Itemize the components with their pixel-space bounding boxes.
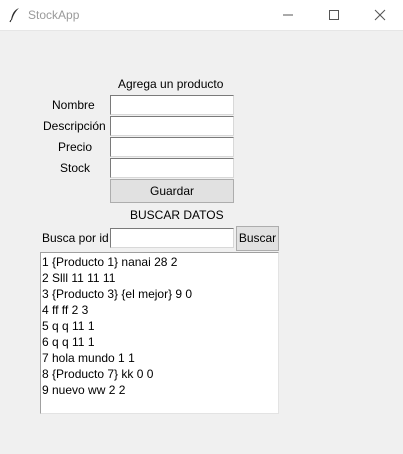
price-field[interactable] [110, 137, 234, 157]
minimize-icon [283, 14, 293, 16]
name-label: Nombre [52, 98, 95, 112]
list-item[interactable]: 4 ff ff 2 3 [42, 302, 277, 318]
title-bar: StockApp [0, 0, 403, 31]
close-icon [374, 9, 386, 21]
list-item[interactable]: 2 Slll 11 11 11 [42, 270, 277, 286]
feather-icon [8, 7, 22, 23]
price-label: Precio [58, 140, 93, 154]
search-id-field[interactable] [110, 228, 234, 248]
window-client-area: Agrega un producto Nombre Descripción Pr… [0, 31, 403, 454]
list-item[interactable]: 1 {Producto 1} nanai 28 2 [42, 254, 277, 270]
minimize-button[interactable] [265, 0, 311, 30]
description-field[interactable] [110, 116, 234, 136]
search-heading: BUSCAR DATOS [130, 208, 224, 222]
maximize-icon [329, 10, 339, 20]
stock-label: Stock [60, 161, 91, 175]
list-item[interactable]: 6 q q 11 1 [42, 334, 277, 350]
close-button[interactable] [357, 0, 403, 30]
maximize-button[interactable] [311, 0, 357, 30]
window-title: StockApp [28, 8, 80, 22]
results-listbox[interactable]: 1 {Producto 1} nanai 28 2 2 Slll 11 11 1… [40, 252, 279, 414]
search-button[interactable]: Buscar [236, 226, 279, 251]
name-field[interactable] [110, 95, 234, 115]
stock-field[interactable] [110, 158, 234, 178]
form-heading: Agrega un producto [118, 77, 224, 91]
list-item[interactable]: 8 {Producto 7} kk 0 0 [42, 366, 277, 382]
list-item[interactable]: 3 {Producto 3} {el mejor} 9 0 [42, 286, 277, 302]
search-label: Busca por id [42, 231, 109, 245]
list-item[interactable]: 7 hola mundo 1 1 [42, 350, 277, 366]
save-button[interactable]: Guardar [110, 179, 234, 203]
list-item[interactable]: 9 nuevo ww 2 2 [42, 382, 277, 398]
description-label: Descripción [43, 119, 106, 133]
list-item[interactable]: 5 q q 11 1 [42, 318, 277, 334]
